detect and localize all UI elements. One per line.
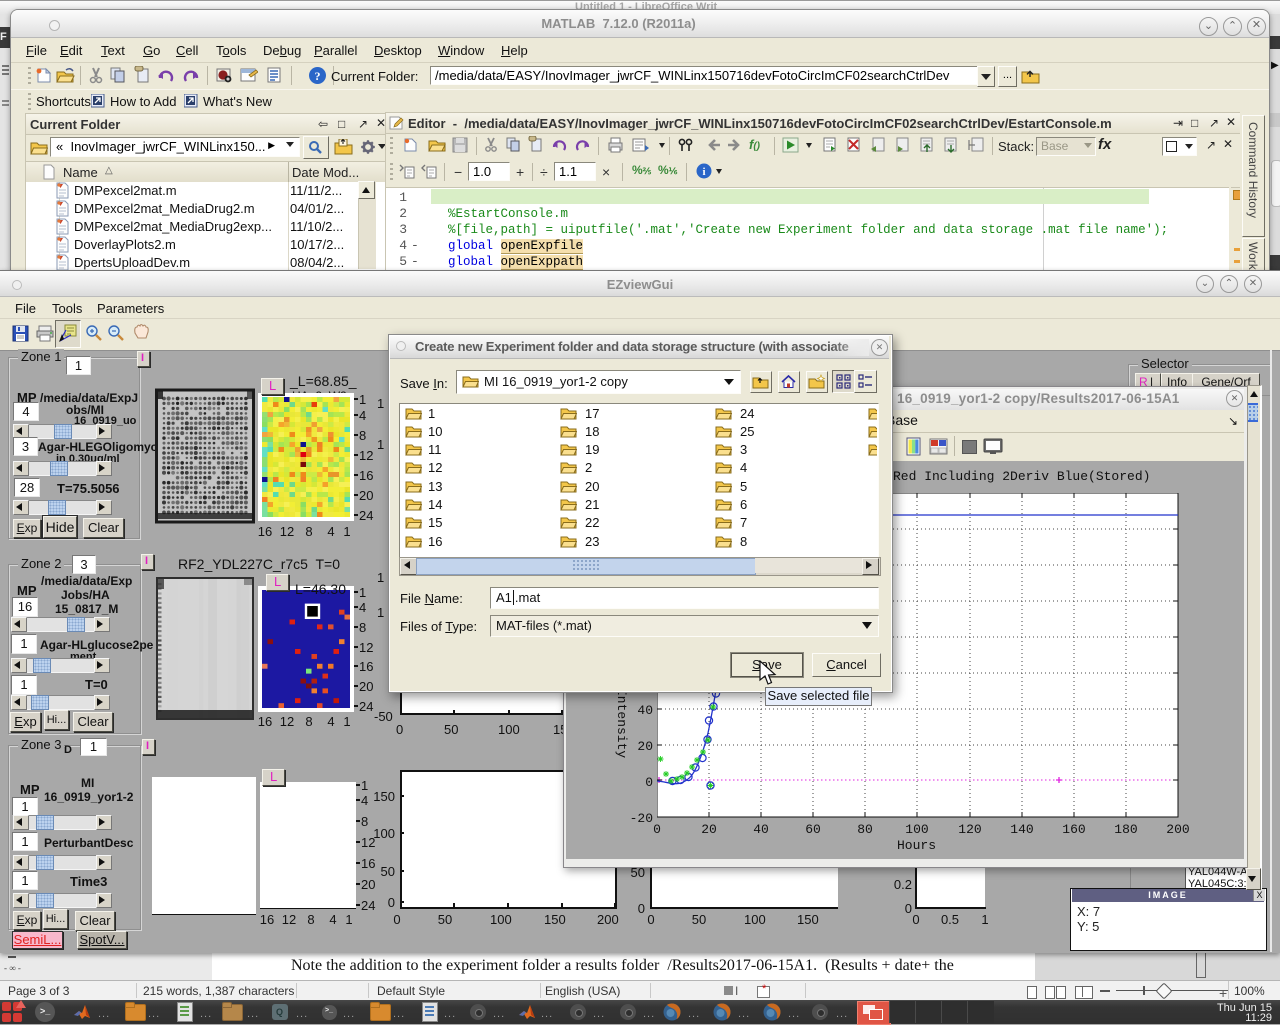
svg-text:i: i <box>702 166 705 178</box>
svg-text:?: ? <box>315 69 321 83</box>
